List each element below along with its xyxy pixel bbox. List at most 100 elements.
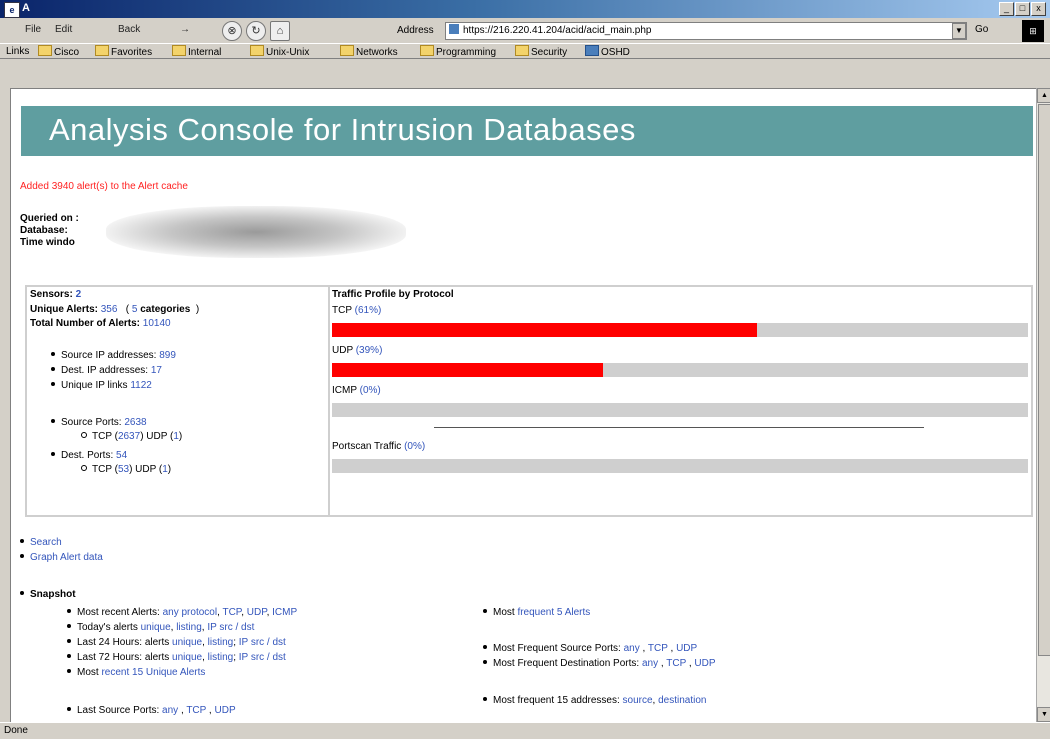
link-cisco[interactable]: Cisco [38, 45, 79, 58]
sensors-link[interactable]: 2 [76, 289, 82, 300]
go-button[interactable]: Go [975, 24, 988, 35]
freq-dst-tcp-link[interactable]: TCP [666, 658, 686, 669]
udp-bar-fill [332, 363, 604, 377]
link-internal[interactable]: Internal [172, 45, 221, 58]
last24-unique-link[interactable]: unique [172, 637, 202, 648]
recent-any-link[interactable]: any protocol [163, 607, 217, 618]
cache-notice: Added 3940 alert(s) to the Alert cache [20, 181, 188, 192]
link-oshd-label: OSHD [601, 47, 630, 58]
freq-15-addr-item: Most frequent 15 addresses: source, dest… [483, 695, 706, 706]
link-unix[interactable]: Unix-Unix [250, 45, 309, 58]
divider [434, 427, 924, 428]
recent-15-item: Most recent 15 Unique Alerts [67, 667, 205, 678]
refresh-icon[interactable]: ↻ [246, 21, 266, 41]
unique-ip-links-link[interactable]: 1122 [130, 380, 152, 391]
freq-addr-destination-link[interactable]: destination [658, 695, 706, 706]
folder-icon [38, 45, 52, 56]
close-button[interactable]: x [1031, 2, 1046, 16]
todays-ip-link[interactable]: IP src / dst [207, 622, 254, 633]
search-item: Search [20, 537, 62, 548]
minimize-button[interactable]: _ [999, 2, 1014, 16]
search-link[interactable]: Search [30, 537, 62, 548]
paren-close: ) [167, 464, 172, 475]
last-src-any-link[interactable]: any [162, 705, 178, 716]
address-url: https://216.220.41.204/acid/acid_main.ph… [463, 25, 652, 36]
udp-percent-link[interactable]: (39%) [356, 345, 383, 356]
last-src-tcp-link[interactable]: TCP [186, 705, 206, 716]
recent-15-link[interactable]: recent 15 Unique Alerts [101, 667, 205, 678]
stop-icon[interactable]: ⊗ [222, 21, 242, 41]
freq-src-udp-link[interactable]: UDP [676, 643, 697, 654]
source-ip-link[interactable]: 899 [159, 350, 176, 361]
window-controls: _ □ x [999, 2, 1046, 16]
source-tcp-link[interactable]: 2637 [118, 431, 140, 442]
scroll-down-icon[interactable]: ▼ [1037, 707, 1050, 722]
source-ports-link[interactable]: 2638 [124, 417, 146, 428]
query-info: Queried on : Database: Time windo [20, 213, 79, 249]
last72-ip-link[interactable]: IP src / dst [239, 652, 286, 663]
back-button[interactable]: Back [118, 24, 140, 35]
icmp-percent-link[interactable]: (0%) [360, 385, 381, 396]
link-security[interactable]: Security [515, 45, 567, 58]
todays-label: Today's alerts [77, 622, 138, 633]
home-icon[interactable]: ⌂ [270, 21, 290, 41]
unique-alerts-line: Unique Alerts: 356 ( 5 categories ) [30, 304, 199, 315]
tcp-percent-link[interactable]: (61%) [355, 305, 382, 316]
title-bar: e A _ □ x [0, 0, 1050, 18]
freq-dst-any-link[interactable]: any [642, 658, 658, 669]
recent-icmp-link[interactable]: ICMP [272, 607, 297, 618]
link-programming[interactable]: Programming [420, 45, 496, 58]
categories-link[interactable]: 5 [132, 304, 138, 315]
bullet-icon [67, 654, 71, 658]
vertical-scrollbar[interactable]: ▲ ▼ [1036, 88, 1050, 722]
last-src-udp-link[interactable]: UDP [215, 705, 236, 716]
dest-tcp-label: TCP ( [92, 464, 118, 475]
link-networks[interactable]: Networks [340, 45, 398, 58]
portscan-name: Portscan Traffic [332, 441, 402, 452]
recent-tcp-link[interactable]: TCP [222, 607, 241, 618]
forward-button[interactable]: → [180, 24, 190, 35]
time-window-label: Time windo [20, 237, 75, 248]
menu-edit[interactable]: Edit [55, 24, 72, 35]
maximize-button[interactable]: □ [1015, 2, 1030, 16]
source-tcp-label: TCP ( [92, 431, 118, 442]
recent-udp-link[interactable]: UDP [247, 607, 267, 618]
last24-listing-link[interactable]: listing [208, 637, 234, 648]
database-label: Database: [20, 225, 68, 236]
graph-alert-link[interactable]: Graph Alert data [30, 552, 103, 563]
freq-dst-udp-link[interactable]: UDP [694, 658, 715, 669]
udp-name: UDP [332, 345, 353, 356]
frequent-5-item: Most frequent 5 Alerts [483, 607, 590, 618]
last72-unique-link[interactable]: unique [172, 652, 202, 663]
freq-source-ports-item: Most Frequent Source Ports: any , TCP , … [483, 643, 697, 654]
scroll-thumb[interactable] [1038, 104, 1050, 656]
frequent-5-link[interactable]: frequent 5 Alerts [517, 607, 590, 618]
tcp-bar-fill [332, 323, 757, 337]
address-bar-input[interactable]: https://216.220.41.204/acid/acid_main.ph… [445, 22, 967, 40]
total-alerts-link[interactable]: 10140 [143, 318, 171, 329]
todays-listing-link[interactable]: listing [176, 622, 202, 633]
source-ip-item: Source IP addresses: 899 [51, 350, 176, 361]
unique-alerts-link[interactable]: 356 [101, 304, 118, 315]
source-udp-label: ) UDP ( [140, 431, 174, 442]
last72-listing-link[interactable]: listing [208, 652, 234, 663]
browser-toolbar: File Edit Back → ⊗ ↻ ⌂ Address https://2… [0, 18, 1050, 59]
scroll-up-icon[interactable]: ▲ [1037, 88, 1050, 103]
link-favorites[interactable]: Favorites [95, 45, 152, 58]
bullet-icon [51, 452, 55, 456]
link-oshd[interactable]: OSHD [585, 45, 630, 58]
menu-file[interactable]: File [25, 24, 41, 35]
dest-tcp-link[interactable]: 53 [118, 464, 129, 475]
stats-panel: Sensors: 2 Unique Alerts: 356 ( 5 catego… [25, 285, 1033, 517]
todays-unique-link[interactable]: unique [141, 622, 171, 633]
portscan-percent-link[interactable]: (0%) [404, 441, 425, 452]
dest-ports-link[interactable]: 54 [116, 450, 127, 461]
bullet-icon [483, 609, 487, 613]
freq-addr-source-link[interactable]: source [623, 695, 653, 706]
freq-src-tcp-link[interactable]: TCP [648, 643, 668, 654]
dest-ip-link[interactable]: 17 [151, 365, 162, 376]
last24-ip-link[interactable]: IP src / dst [239, 637, 286, 648]
summary-panel: Sensors: 2 Unique Alerts: 356 ( 5 catego… [27, 287, 330, 515]
address-dropdown-icon[interactable]: ▼ [952, 23, 966, 39]
freq-src-any-link[interactable]: any [624, 643, 640, 654]
